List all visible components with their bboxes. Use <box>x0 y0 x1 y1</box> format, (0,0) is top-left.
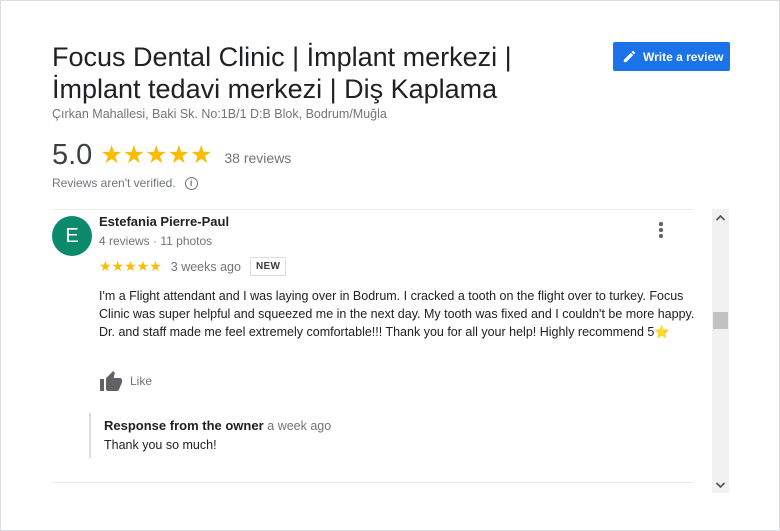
like-button[interactable]: Like <box>99 370 152 392</box>
scrollbar[interactable] <box>712 209 729 493</box>
review-stars: ★★★★★ <box>99 258 162 274</box>
verification-note: Reviews aren't verified. i <box>52 176 198 190</box>
verification-text: Reviews aren't verified. <box>52 176 176 190</box>
more-vert-icon[interactable] <box>653 222 669 240</box>
avatar[interactable]: E <box>52 216 92 256</box>
divider <box>52 482 693 483</box>
scroll-thumb[interactable] <box>713 312 728 329</box>
overall-rating: 5.0 ★★★★★ 38 reviews <box>52 139 291 172</box>
pencil-icon <box>623 50 636 63</box>
review-rating-row: ★★★★★ 3 weeks ago NEW <box>99 257 287 276</box>
reviews-dialog: Focus Dental Clinic | İmplant merkezi | … <box>0 0 780 531</box>
response-header: Response from the owner a week ago <box>104 418 331 433</box>
review-count: 38 reviews <box>224 149 292 166</box>
info-icon[interactable]: i <box>184 176 198 190</box>
response-owner-label: Response from the owner <box>104 418 264 433</box>
write-review-button[interactable]: Write a review <box>613 42 730 71</box>
like-label: Like <box>130 374 153 388</box>
review-author[interactable]: Estefania Pierre-Paul <box>99 214 229 229</box>
new-badge: NEW <box>249 257 287 276</box>
rating-value: 5.0 <box>52 139 93 171</box>
scroll-up-arrow-icon[interactable] <box>712 209 729 226</box>
rating-stars: ★★★★★ <box>100 141 213 169</box>
divider <box>52 209 693 210</box>
response-text: Thank you so much! <box>104 438 217 452</box>
response-time: a week ago <box>267 419 332 433</box>
author-meta: 4 reviews · 11 photos <box>99 234 213 248</box>
thumbs-up-icon <box>100 371 122 391</box>
place-address: Çırkan Mahallesi, Baki Sk. No:1B/1 D:B B… <box>52 107 387 121</box>
place-title: Focus Dental Clinic | İmplant merkezi | … <box>52 42 512 104</box>
scroll-down-arrow-icon[interactable] <box>712 476 729 493</box>
review-time: 3 weeks ago <box>170 259 241 274</box>
write-review-label: Write a review <box>643 49 724 64</box>
owner-response: Response from the owner a week ago Thank… <box>89 413 331 458</box>
review-text: I'm a Flight attendant and I was laying … <box>99 289 695 339</box>
